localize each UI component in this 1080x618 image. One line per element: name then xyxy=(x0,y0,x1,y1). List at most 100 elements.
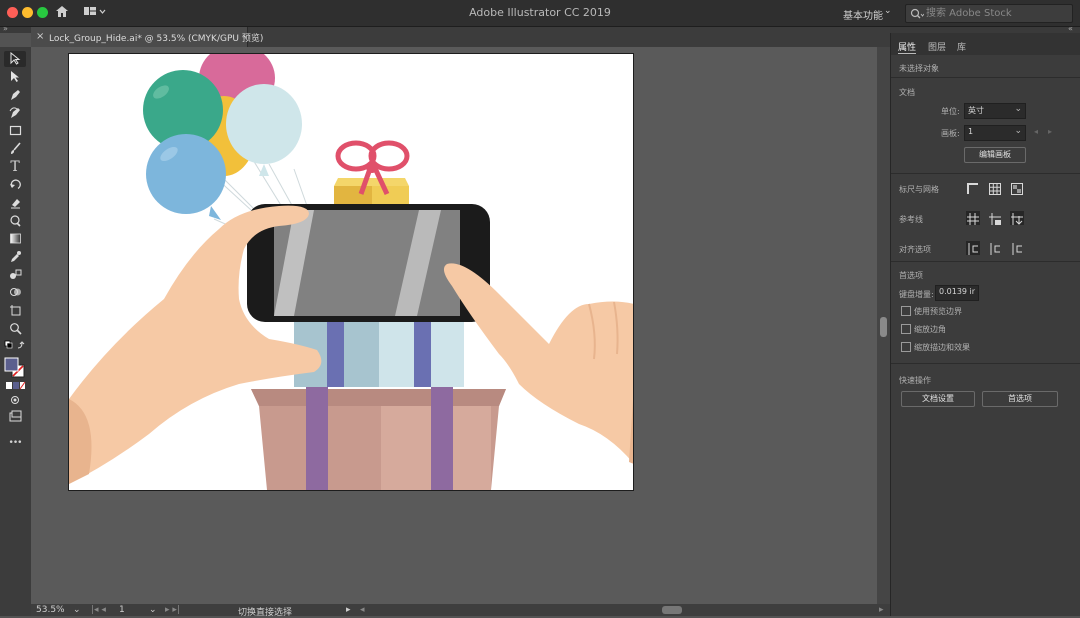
previous-artboard-icon[interactable]: ◂ xyxy=(1034,127,1038,136)
eyedropper-tool-icon[interactable] xyxy=(4,249,26,265)
status-menu-arrow-icon[interactable]: ▸ xyxy=(346,605,351,615)
snap-options-label: 对齐选项 xyxy=(899,245,931,254)
artboard-tool-icon[interactable] xyxy=(4,303,26,319)
document-tab[interactable]: × Lock_Group_Hide.ai* @ 53.5% (CMYK/GPU … xyxy=(31,27,263,47)
default-colors-icon[interactable] xyxy=(4,339,26,349)
keyboard-increment-label: 键盘增量: xyxy=(899,290,934,299)
first-artboard-icon[interactable]: |◂ ◂ xyxy=(91,605,106,615)
document-tab-bar: × Lock_Group_Hide.ai* @ 53.5% (CMYK/GPU … xyxy=(31,27,890,47)
units-label: 单位: xyxy=(941,107,960,116)
tab-layers[interactable]: 图层 xyxy=(928,40,946,53)
title-bar: Adobe Illustrator CC 2019 基本功能 ⌄ xyxy=(0,0,1080,27)
draw-mode-icon[interactable] xyxy=(4,394,26,404)
document-setup-button[interactable]: 文档设置 xyxy=(901,391,975,407)
canvas-area[interactable] xyxy=(31,47,877,604)
rulers-grids-label: 标尺与网格 xyxy=(899,185,939,194)
document-section-title: 文档 xyxy=(899,88,915,97)
vertical-scroll-thumb[interactable] xyxy=(880,317,887,337)
artwork-illustration xyxy=(69,54,633,490)
selection-tool-icon[interactable] xyxy=(4,51,26,67)
scroll-right-icon[interactable]: ▸ xyxy=(879,605,884,615)
lock-guides-icon[interactable] xyxy=(988,211,1002,225)
scale-corners-label: 缩放边角 xyxy=(914,325,946,334)
use-preview-bounds-checkbox[interactable] xyxy=(901,306,911,316)
chevron-down-icon: ⌄ xyxy=(884,6,892,16)
ruler-icon[interactable] xyxy=(966,181,980,195)
zoom-tool-icon[interactable] xyxy=(4,321,26,337)
stock-search-input[interactable] xyxy=(926,6,1066,20)
paintbrush-tool-icon[interactable] xyxy=(4,141,26,157)
artboard[interactable] xyxy=(68,53,634,491)
chevron-down-icon[interactable]: ⌄ xyxy=(73,605,81,615)
properties-panel: 属性 图层 库 未选择对象 文档 单位: 英寸 ⌄ 画板: 1 ⌄ ◂ ▸ 编辑… xyxy=(890,33,1080,616)
rotate-tool-icon[interactable] xyxy=(4,177,26,193)
panel-divider xyxy=(891,77,1080,78)
no-selection-label: 未选择对象 xyxy=(899,64,939,73)
status-text: 切换直接选择 xyxy=(238,608,293,618)
shape-builder-tool-icon[interactable] xyxy=(4,285,26,301)
fill-stroke-swatches[interactable] xyxy=(4,354,26,378)
next-artboard-icon[interactable]: ▸ xyxy=(1048,127,1052,136)
artboard-number-field[interactable]: 1 xyxy=(119,605,125,615)
smart-guides-icon[interactable] xyxy=(1010,211,1024,225)
warp-tool-icon[interactable] xyxy=(4,213,26,229)
blend-tool-icon[interactable] xyxy=(4,267,26,283)
scroll-left-icon[interactable]: ◂ xyxy=(360,605,365,615)
horizontal-scroll-thumb[interactable] xyxy=(662,606,682,614)
pen-tool-icon[interactable] xyxy=(4,87,26,103)
quick-actions-section-title: 快速操作 xyxy=(899,376,931,385)
collapse-arrows-icon[interactable]: » xyxy=(3,24,8,33)
document-tab-label: Lock_Group_Hide.ai* @ 53.5% (CMYK/GPU 预览… xyxy=(49,34,264,44)
stock-search-box[interactable] xyxy=(905,4,1073,23)
status-bar: 53.5% ⌄ |◂ ◂ 1 ⌄ ▸ ▸| 切换直接选择 ▸ ◂ ▸ xyxy=(31,604,890,618)
direct-selection-tool-icon[interactable] xyxy=(4,69,26,85)
edit-artboards-button[interactable]: 编辑画板 xyxy=(964,147,1026,163)
tab-libraries[interactable]: 库 xyxy=(957,40,966,53)
artboard-value: 1 xyxy=(968,127,974,136)
artboard-dropdown[interactable]: 1 ⌄ xyxy=(964,125,1026,141)
rectangle-tool-icon[interactable] xyxy=(4,123,26,139)
balloon-blue xyxy=(146,134,226,214)
grid-icon[interactable] xyxy=(988,181,1002,195)
vertical-scrollbar[interactable] xyxy=(877,47,890,604)
more-tools-icon[interactable]: ••• xyxy=(4,435,26,451)
scale-strokes-label: 缩放描边和效果 xyxy=(914,343,970,352)
transparency-grid-icon[interactable] xyxy=(1010,181,1024,195)
units-dropdown[interactable]: 英寸 ⌄ xyxy=(964,103,1026,119)
color-mode-icon[interactable] xyxy=(4,380,26,390)
eraser-tool-icon[interactable] xyxy=(4,195,26,211)
scale-strokes-checkbox[interactable] xyxy=(901,342,911,352)
chevron-down-icon[interactable]: ⌄ xyxy=(149,605,157,615)
panel-divider xyxy=(891,363,1080,364)
type-tool-icon[interactable]: T xyxy=(4,159,26,175)
panel-tab-bar xyxy=(891,33,1080,55)
tab-properties[interactable]: 属性 xyxy=(898,40,917,54)
close-tab-icon[interactable]: × xyxy=(36,31,44,42)
chevron-down-icon: ⌄ xyxy=(1014,104,1022,114)
snap-to-grid-icon[interactable] xyxy=(1010,241,1024,255)
tools-panel: T ••• xyxy=(0,47,32,616)
units-value: 英寸 xyxy=(968,106,984,115)
artboard-label: 画板: xyxy=(941,129,960,138)
keyboard-increment-input[interactable]: 0.0139 ir xyxy=(935,285,979,301)
snap-to-pixel-icon[interactable] xyxy=(988,241,1002,255)
preferences-button[interactable]: 首选项 xyxy=(982,391,1058,407)
preferences-section-title: 首选项 xyxy=(899,271,923,280)
screen-mode-icon[interactable] xyxy=(4,409,26,422)
show-guides-icon[interactable] xyxy=(966,211,980,225)
panel-divider xyxy=(891,261,1080,262)
panel-divider xyxy=(891,173,1080,174)
last-artboard-icon[interactable]: ▸ ▸| xyxy=(165,605,180,615)
gradient-tool-icon[interactable] xyxy=(4,231,26,247)
curvature-tool-icon[interactable] xyxy=(4,105,26,121)
use-preview-bounds-label: 使用预览边界 xyxy=(914,307,962,316)
scale-corners-checkbox[interactable] xyxy=(901,324,911,334)
guides-label: 参考线 xyxy=(899,215,923,224)
collapse-arrows-icon[interactable]: « xyxy=(1068,24,1073,33)
balloon-light-blue xyxy=(226,84,302,164)
snap-to-point-icon[interactable] xyxy=(966,241,980,255)
workspace-switcher[interactable]: 基本功能 ⌄ xyxy=(838,4,894,22)
zoom-level-field[interactable]: 53.5% xyxy=(36,605,65,615)
workspace-label: 基本功能 xyxy=(843,11,883,22)
keyboard-increment-value: 0.0139 ir xyxy=(939,287,976,296)
